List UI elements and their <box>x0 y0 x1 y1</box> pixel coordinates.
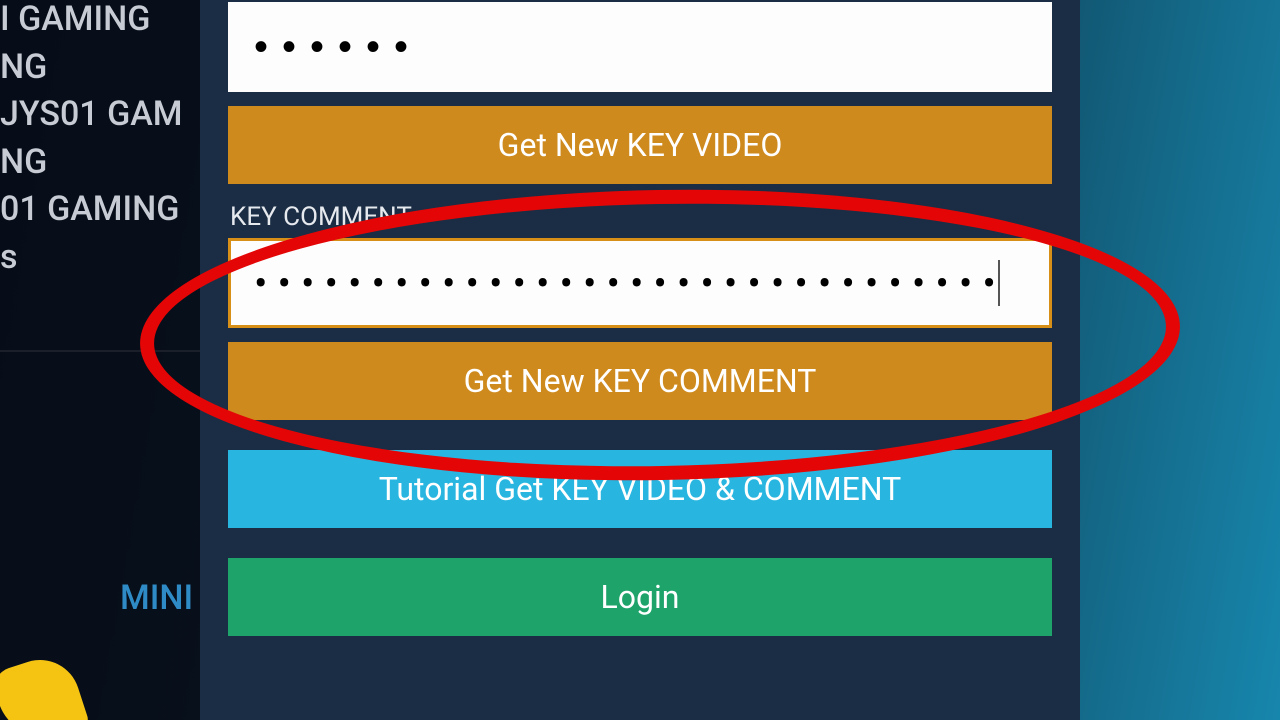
key-comment-input[interactable]: •••••••••••••••••••••••••••••••• <box>228 238 1052 328</box>
get-new-key-comment-button[interactable]: Get New KEY COMMENT <box>228 342 1052 420</box>
bg-line: s <box>0 234 200 282</box>
bg-line: NG <box>0 44 200 92</box>
bg-line: JYS01 GAM <box>0 91 200 139</box>
tutorial-button[interactable]: Tutorial Get KEY VIDEO & COMMENT <box>228 450 1052 528</box>
login-panel: Get New KEY VIDEO KEY COMMENT ••••••••••… <box>200 0 1080 720</box>
key-video-input[interactable] <box>228 2 1052 92</box>
background-text-strip: I GAMING NG JYS01 GAM NG 01 GAMING s MIN… <box>0 0 200 720</box>
bg-line: 01 GAMING <box>0 186 200 234</box>
background-right-sliver <box>1080 0 1280 720</box>
text-cursor <box>998 260 1000 306</box>
minimize-label: MINI <box>120 575 193 623</box>
bg-line: NG <box>0 139 200 187</box>
get-new-key-video-button[interactable]: Get New KEY VIDEO <box>228 106 1052 184</box>
key-comment-value: •••••••••••••••••••••••••••••••• <box>254 260 1006 307</box>
decorative-shape <box>0 650 90 720</box>
bg-divider <box>0 350 200 352</box>
login-button[interactable]: Login <box>228 558 1052 636</box>
bg-line: I GAMING <box>0 0 200 44</box>
key-comment-label: KEY COMMENT <box>230 202 1052 232</box>
